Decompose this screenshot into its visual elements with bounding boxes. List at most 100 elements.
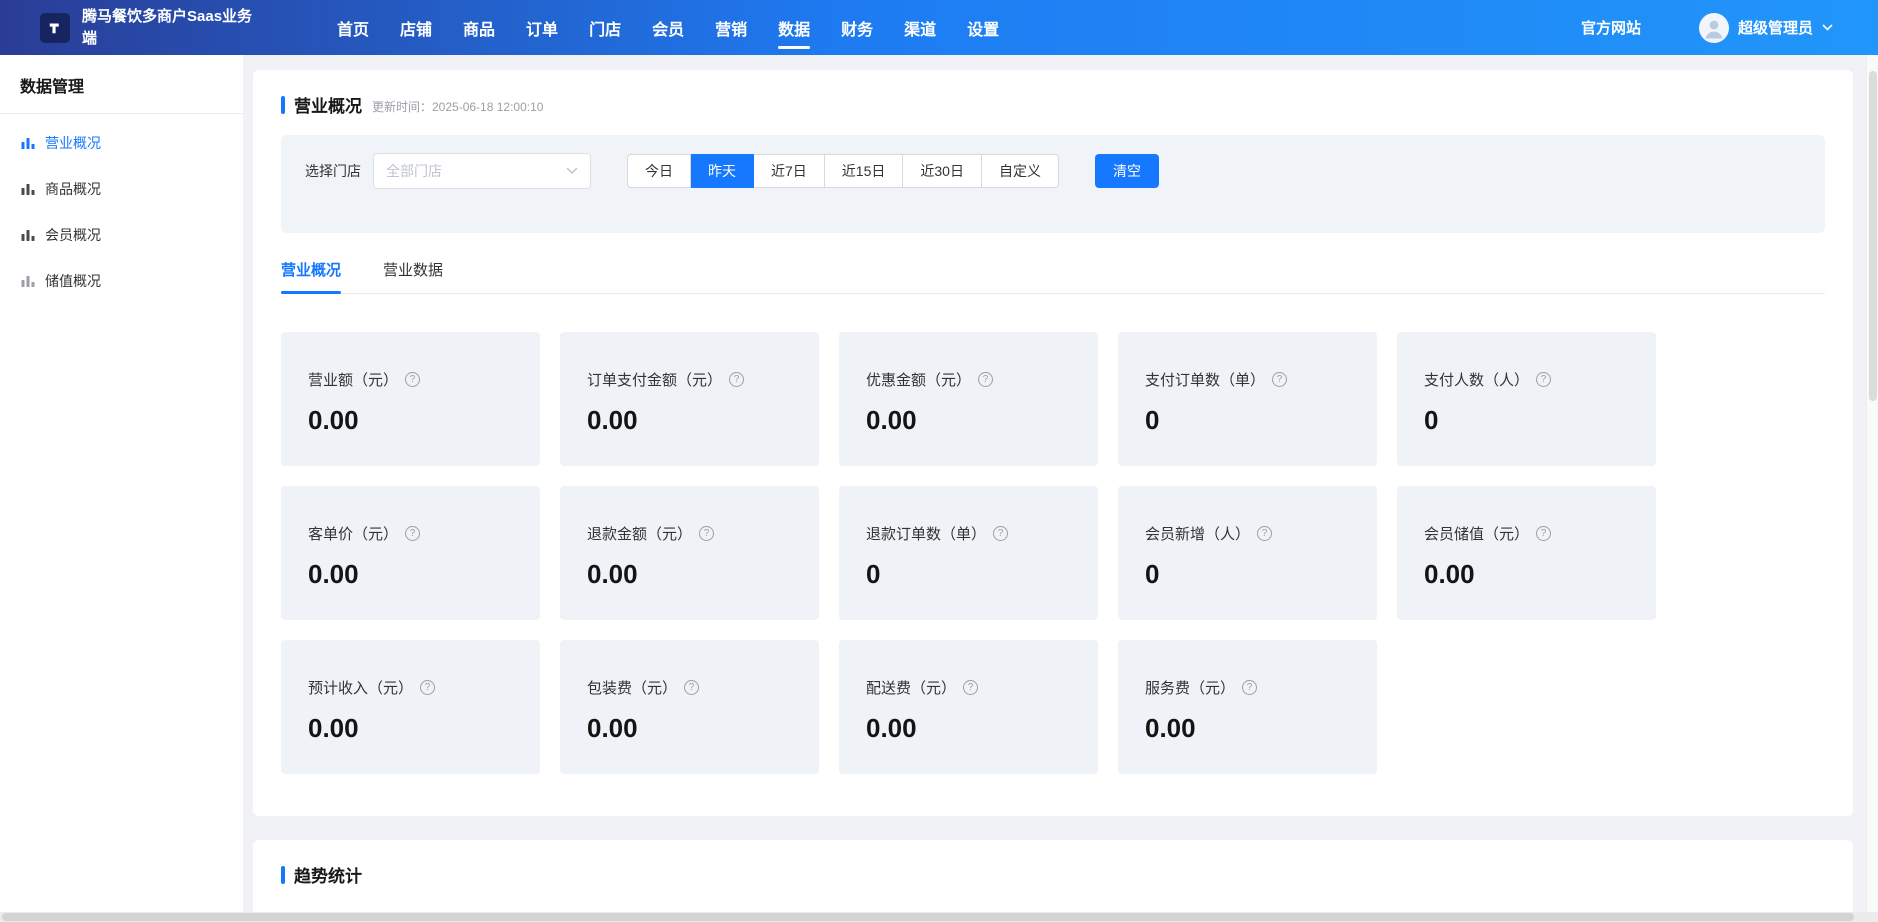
range-button[interactable]: 近30日 <box>903 154 982 188</box>
stat-label: 包装费（元） <box>587 677 677 698</box>
user-name: 超级管理员 <box>1738 17 1813 38</box>
help-icon[interactable]: ? <box>1536 526 1551 541</box>
range-button[interactable]: 今日 <box>627 154 691 188</box>
brand-logo-icon <box>40 13 70 43</box>
sidebar-item[interactable]: 会员概况 <box>0 212 243 258</box>
help-icon[interactable]: ? <box>963 680 978 695</box>
nav-item[interactable]: 门店 <box>589 0 621 55</box>
help-icon[interactable]: ? <box>699 526 714 541</box>
sidebar-item[interactable]: 营业概况 <box>0 120 243 166</box>
help-icon[interactable]: ? <box>978 372 993 387</box>
stat-value: 0.00 <box>308 405 520 436</box>
vertical-scrollbar[interactable] <box>1866 55 1878 912</box>
store-select-placeholder: 全部门店 <box>386 161 442 181</box>
stat-value: 0.00 <box>866 713 1078 744</box>
stat-label: 会员储值（元） <box>1424 523 1529 544</box>
bar-chart-icon <box>20 181 36 197</box>
updated-time: 更新时间：2025-06-18 12:00:10 <box>372 95 543 115</box>
stat-label: 会员新增（人） <box>1145 523 1250 544</box>
help-icon[interactable]: ? <box>405 526 420 541</box>
stat-label-row: 订单支付金额（元）? <box>587 369 799 390</box>
brand-title: 腾马餐饮多商户Saas业务端 <box>82 6 267 50</box>
stat-card: 预计收入（元）?0.00 <box>281 640 540 774</box>
nav-item[interactable]: 会员 <box>652 0 684 55</box>
nav-item[interactable]: 首页 <box>337 0 369 55</box>
avatar-icon <box>1699 13 1729 43</box>
help-icon[interactable]: ? <box>1257 526 1272 541</box>
stat-value: 0 <box>1145 405 1357 436</box>
stat-label-row: 会员新增（人）? <box>1145 523 1357 544</box>
stat-label: 订单支付金额（元） <box>587 369 722 390</box>
filter-box: 选择门店 全部门店 今日昨天近7日近15日近30日自定义 清空 <box>281 135 1825 233</box>
navbar-right: 官方网站 超级管理员 <box>1581 13 1833 43</box>
sidebar-divider <box>0 113 243 114</box>
stat-card: 会员储值（元）? 0.00 <box>1397 486 1656 620</box>
sidebar-item[interactable]: 储值概况 <box>0 258 243 304</box>
select-chevron-down-icon <box>566 167 578 175</box>
range-button[interactable]: 近7日 <box>754 154 825 188</box>
user-menu[interactable]: 超级管理员 <box>1699 13 1833 43</box>
title-accent-bar <box>281 866 285 884</box>
clear-button[interactable]: 清空 <box>1095 154 1159 188</box>
stat-label: 配送费（元） <box>866 677 956 698</box>
horizontal-scrollbar-thumb[interactable] <box>2 913 1854 921</box>
stat-label-row: 支付订单数（单）? <box>1145 369 1357 390</box>
nav-item[interactable]: 商品 <box>463 0 495 55</box>
vertical-scrollbar-thumb[interactable] <box>1869 71 1877 401</box>
top-navbar: 腾马餐饮多商户Saas业务端 首页店铺商品订单门店会员营销数据财务渠道设置 官方… <box>0 0 1878 55</box>
stat-value: 0 <box>1145 559 1357 590</box>
trend-card: 趋势统计 <box>253 840 1853 922</box>
stat-card: 支付人数（人）?0 <box>1397 332 1656 466</box>
nav-item[interactable]: 设置 <box>967 0 999 55</box>
nav-item[interactable]: 店铺 <box>400 0 432 55</box>
stat-value: 0 <box>1424 405 1636 436</box>
help-icon[interactable]: ? <box>684 680 699 695</box>
help-icon[interactable]: ? <box>1272 372 1287 387</box>
nav-item[interactable]: 数据 <box>778 0 810 55</box>
stat-card: 会员新增（人）? 0 <box>1118 486 1377 620</box>
nav-menu: 首页店铺商品订单门店会员营销数据财务渠道设置 <box>337 0 999 55</box>
stat-label: 服务费（元） <box>1145 677 1235 698</box>
help-icon[interactable]: ? <box>1536 372 1551 387</box>
stat-label: 退款金额（元） <box>587 523 692 544</box>
stat-card: 营业额（元）?0.00 <box>281 332 540 466</box>
stat-label-row: 客单价（元）? <box>308 523 520 544</box>
stat-card: 配送费（元）? 0.00 <box>839 640 1098 774</box>
nav-item[interactable]: 营销 <box>715 0 747 55</box>
sidebar-item-label: 储值概况 <box>45 271 101 291</box>
tab[interactable]: 营业概况 <box>281 259 341 293</box>
nav-item[interactable]: 订单 <box>526 0 558 55</box>
stat-label-row: 会员储值（元）? <box>1424 523 1636 544</box>
nav-item[interactable]: 财务 <box>841 0 873 55</box>
help-icon[interactable]: ? <box>420 680 435 695</box>
official-site-link[interactable]: 官方网站 <box>1581 17 1641 38</box>
app-window: 腾马餐饮多商户Saas业务端 首页店铺商品订单门店会员营销数据财务渠道设置 官方… <box>0 0 1878 922</box>
stat-value: 0 <box>866 559 1078 590</box>
help-icon[interactable]: ? <box>729 372 744 387</box>
range-button[interactable]: 自定义 <box>982 154 1059 188</box>
help-icon[interactable]: ? <box>1242 680 1257 695</box>
stat-card: 退款订单数（单）? 0 <box>839 486 1098 620</box>
stat-card: 客单价（元）? 0.00 <box>281 486 540 620</box>
stat-label: 退款订单数（单） <box>866 523 986 544</box>
stat-label: 优惠金额（元） <box>866 369 971 390</box>
stat-label-row: 优惠金额（元）? <box>866 369 1078 390</box>
stat-label-row: 配送费（元）? <box>866 677 1078 698</box>
store-select[interactable]: 全部门店 <box>373 153 591 189</box>
sidebar-item-label: 会员概况 <box>45 225 101 245</box>
range-button[interactable]: 近15日 <box>825 154 904 188</box>
stat-card: 支付订单数（单）? 0 <box>1118 332 1377 466</box>
help-icon[interactable]: ? <box>993 526 1008 541</box>
trend-card-header: 趋势统计 <box>253 862 1853 887</box>
range-button[interactable]: 昨天 <box>691 154 754 188</box>
title-accent-bar <box>281 96 285 114</box>
nav-item[interactable]: 渠道 <box>904 0 936 55</box>
horizontal-scrollbar[interactable] <box>0 912 1878 922</box>
help-icon[interactable]: ? <box>405 372 420 387</box>
stat-value: 0.00 <box>1424 559 1636 590</box>
stat-card: 订单支付金额（元）?0.00 <box>560 332 819 466</box>
tab[interactable]: 营业数据 <box>383 259 443 293</box>
sidebar-item[interactable]: 商品概况 <box>0 166 243 212</box>
stat-value: 0.00 <box>308 559 520 590</box>
chevron-down-icon <box>1822 24 1833 31</box>
